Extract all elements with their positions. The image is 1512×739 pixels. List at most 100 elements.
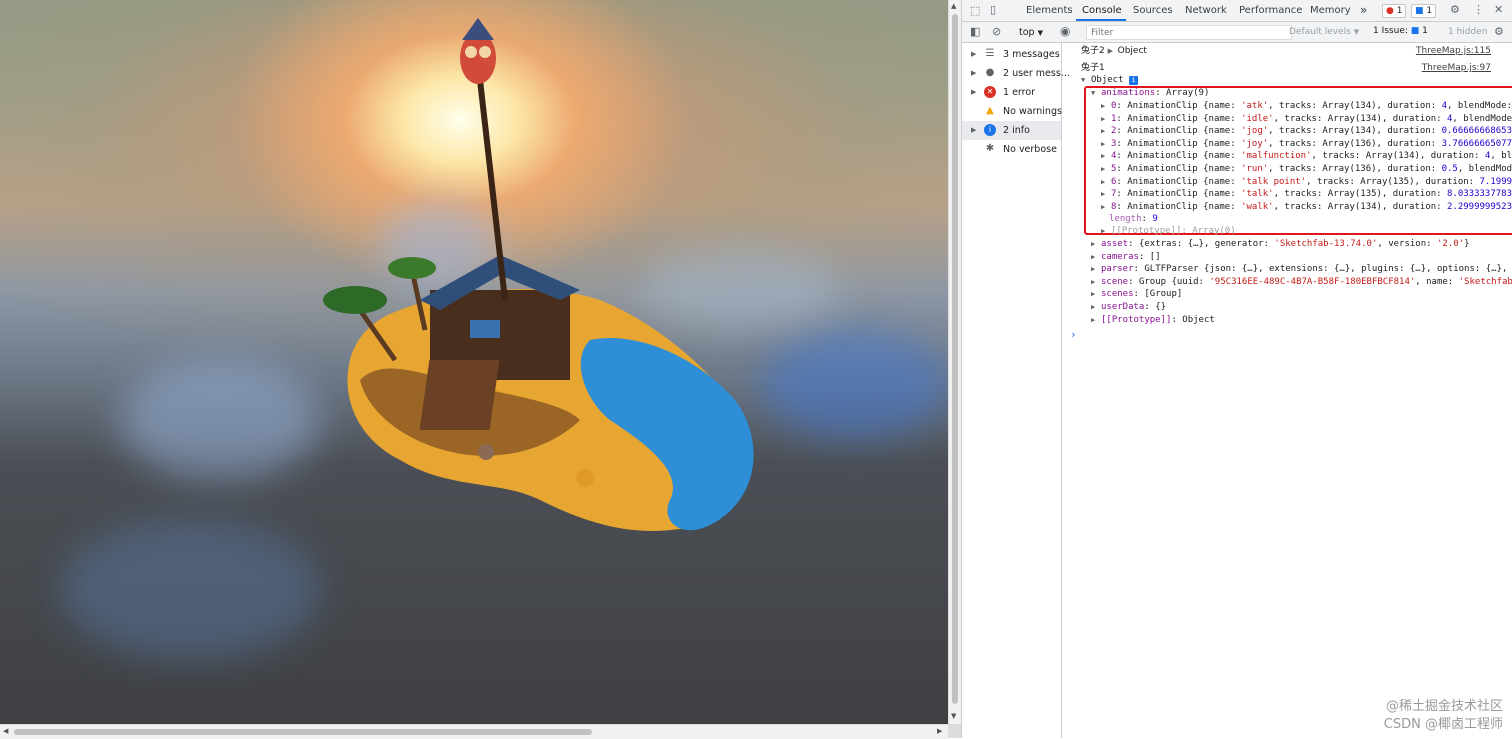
- expand-arrow-icon[interactable]: ▶: [1101, 113, 1111, 126]
- tab-console[interactable]: Console: [1082, 5, 1122, 16]
- settings-gear-icon[interactable]: ⚙: [1450, 4, 1460, 15]
- vertical-scroll-thumb[interactable]: [952, 14, 958, 704]
- expand-arrow-icon[interactable]: ▶: [1101, 150, 1111, 163]
- object-root[interactable]: ▼ Object i: [1081, 74, 1138, 87]
- sidebar-item-errors[interactable]: ▶ ✕ 1 error: [962, 83, 1061, 102]
- tab-network[interactable]: Network: [1185, 5, 1227, 16]
- object-property-row[interactable]: ▶ [[Prototype]]: Object: [1091, 314, 1215, 327]
- expand-arrow-icon[interactable]: ▶: [1101, 201, 1111, 214]
- source-link[interactable]: ThreeMap.js:115: [1416, 45, 1491, 58]
- expand-arrow-icon[interactable]: ▶: [1101, 188, 1111, 201]
- expand-arrow-icon[interactable]: ▶: [1101, 225, 1111, 238]
- property-string-2: '2.0': [1436, 239, 1465, 249]
- source-link[interactable]: ThreeMap.js:97: [1422, 62, 1491, 75]
- issues-count: 1: [1422, 26, 1428, 36]
- viewport-vertical-scrollbar[interactable]: ▲ ▼: [948, 0, 962, 724]
- log-label: 兔子2: [1081, 46, 1105, 56]
- tab-sources[interactable]: Sources: [1133, 5, 1173, 16]
- console-prompt[interactable]: ›: [1070, 328, 1077, 342]
- animation-clip-row[interactable]: ▶ 5: AnimationClip {name: 'run', tracks: …: [1101, 163, 1512, 176]
- expand-arrow-icon[interactable]: ▶: [971, 69, 976, 77]
- animation-clip-row[interactable]: ▶ 0: AnimationClip {name: 'atk', tracks: …: [1101, 100, 1512, 113]
- sidebar-item-user-messages[interactable]: ▶ ● 2 user mess...: [962, 64, 1070, 83]
- threejs-canvas[interactable]: [0, 0, 948, 724]
- scroll-up-arrow-icon[interactable]: ▲: [951, 2, 956, 10]
- expand-arrow-icon[interactable]: ▶: [1091, 251, 1101, 264]
- clear-console-icon[interactable]: ⊘: [992, 26, 1001, 37]
- animation-clip-row[interactable]: ▶ 6: AnimationClip {name: 'talk point', t…: [1101, 176, 1512, 189]
- property-string: '95C316EE-489C-4B7A-B58F-180EBFBCF814': [1209, 276, 1416, 287]
- issues-counter[interactable]: 1 Issue: ■ 1: [1370, 25, 1431, 37]
- console-output[interactable]: 兔子2 ▶ Object ThreeMap.js:115 兔子1 ThreeMap…: [1062, 43, 1512, 738]
- animation-clip-row[interactable]: ▶ 1: AnimationClip {name: 'idle', tracks:…: [1101, 113, 1512, 126]
- scroll-right-arrow-icon[interactable]: ▶: [937, 727, 942, 735]
- animation-clip-row[interactable]: ▶ 8: AnimationClip {name: 'walk', tracks:…: [1101, 201, 1512, 214]
- property-value: Object: [1182, 314, 1215, 325]
- dock: [419, 360, 500, 430]
- tab-elements[interactable]: Elements: [1026, 5, 1073, 16]
- expand-arrow-icon[interactable]: ▶: [1091, 238, 1101, 251]
- scroll-left-arrow-icon[interactable]: ◀: [3, 727, 8, 735]
- clip-tail: , ble: [1490, 151, 1512, 162]
- expand-arrow-icon[interactable]: ▶: [1108, 45, 1118, 58]
- animation-clip-row[interactable]: ▶ 3: AnimationClip {name: 'joy', tracks: …: [1101, 138, 1512, 151]
- object-property-row[interactable]: ▶ userData: {}: [1091, 301, 1166, 314]
- expand-arrow-icon[interactable]: ▶: [971, 88, 976, 96]
- expand-arrow-icon[interactable]: ▶: [1101, 138, 1111, 151]
- object-property-row[interactable]: ▶ asset: {extras: {…}, generator: 'Sketch…: [1091, 238, 1469, 251]
- robot-hat: [462, 18, 494, 40]
- console-settings-icon[interactable]: ⚙: [1494, 26, 1504, 37]
- expand-arrow-icon[interactable]: ▶: [1101, 100, 1111, 113]
- collapse-arrow-icon[interactable]: ▼: [1091, 87, 1101, 100]
- animation-clip-row[interactable]: ▶ 7: AnimationClip {name: 'talk', tracks:…: [1101, 188, 1512, 201]
- clip-duration: 0.66666668653: [1441, 126, 1512, 137]
- expand-arrow-icon[interactable]: ▶: [1101, 176, 1111, 189]
- clip-index: 6: [1111, 176, 1117, 187]
- scroll-down-arrow-icon[interactable]: ▼: [951, 712, 956, 720]
- expand-arrow-icon[interactable]: ▶: [1101, 163, 1111, 176]
- sidebar-toggle-icon[interactable]: ◧: [970, 26, 980, 37]
- close-devtools-icon[interactable]: ✕: [1494, 4, 1503, 15]
- inspect-element-icon[interactable]: ⬚: [970, 5, 980, 16]
- object-property-row[interactable]: ▶ scenes: [Group]: [1091, 288, 1182, 301]
- expand-arrow-icon[interactable]: ▶: [971, 50, 976, 58]
- object-property-row[interactable]: ▶ scene: Group {uuid: '95C316EE-489C-4B7A…: [1091, 276, 1512, 289]
- expand-arrow-icon[interactable]: ▶: [1091, 288, 1101, 301]
- expand-arrow-icon[interactable]: ▶: [1101, 125, 1111, 138]
- horizontal-scroll-thumb[interactable]: [14, 729, 592, 735]
- context-selector[interactable]: top ▼: [1019, 27, 1043, 38]
- sidebar-item-verbose[interactable]: ✱ No verbose: [962, 140, 1061, 159]
- sidebar-item-info[interactable]: ▶ i 2 info: [962, 121, 1061, 140]
- more-options-icon[interactable]: ⋮: [1473, 4, 1484, 15]
- animation-clip-row[interactable]: ▶ 4: AnimationClip {name: 'malfunction', …: [1101, 150, 1512, 163]
- sidebar-item-warnings[interactable]: ▲ No warnings: [962, 102, 1062, 121]
- object-property-row[interactable]: ▶ parser: GLTFParser {json: {…}, extensio…: [1091, 263, 1512, 276]
- collapse-arrow-icon[interactable]: ▼: [1081, 74, 1091, 87]
- expand-arrow-icon[interactable]: ▶: [1091, 314, 1101, 327]
- clip-duration: 0.5: [1441, 164, 1458, 174]
- live-expression-eye-icon[interactable]: ◉: [1060, 25, 1070, 37]
- clip-type: AnimationClip: [1127, 176, 1198, 187]
- expand-arrow-icon[interactable]: ▶: [971, 126, 976, 134]
- animations-property[interactable]: ▼ animations: Array(9): [1091, 87, 1209, 100]
- array-prototype[interactable]: ▶ [[Prototype]]: Array(0): [1101, 225, 1236, 238]
- property-key: asset: [1101, 239, 1129, 249]
- viewport-horizontal-scrollbar[interactable]: ◀ ▶: [0, 724, 948, 739]
- expand-arrow-icon[interactable]: ▶: [1091, 301, 1101, 314]
- log-object[interactable]: Object: [1118, 46, 1147, 56]
- object-property-row[interactable]: ▶ cameras: []: [1091, 251, 1161, 264]
- tab-memory[interactable]: Memory: [1310, 5, 1351, 16]
- expand-arrow-icon[interactable]: ▶: [1091, 263, 1101, 276]
- log-levels-dropdown[interactable]: Default levels ▼: [1289, 27, 1359, 37]
- sidebar-item-label: 2 info: [1003, 125, 1030, 136]
- expand-arrow-icon[interactable]: ▶: [1091, 276, 1101, 289]
- animation-clip-row[interactable]: ▶ 2: AnimationClip {name: 'jog', tracks: …: [1101, 125, 1512, 138]
- clip-index: 0: [1111, 101, 1117, 111]
- more-tabs-icon[interactable]: »: [1360, 3, 1367, 17]
- sidebar-item-messages[interactable]: ▶ ☰ 3 messages: [962, 45, 1061, 64]
- console-filter-input[interactable]: [1086, 25, 1292, 40]
- error-badge[interactable]: ● 1: [1382, 4, 1407, 18]
- device-toolbar-icon[interactable]: ▯: [990, 4, 996, 15]
- message-badge[interactable]: ■ 1: [1411, 4, 1437, 18]
- tab-performance[interactable]: Performance: [1239, 5, 1302, 16]
